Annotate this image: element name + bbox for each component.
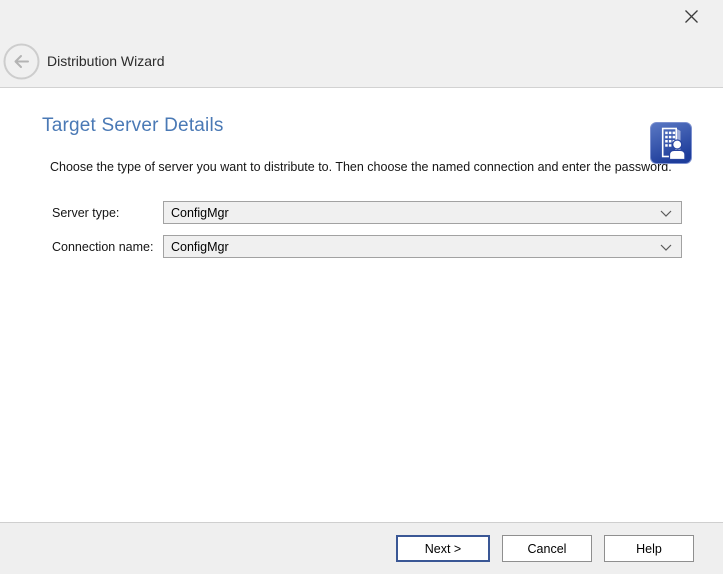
server-type-label: Server type: [52,206,163,220]
wizard-header: Distribution Wizard [0,0,723,88]
page-description: Choose the type of server you want to di… [50,158,672,177]
wizard-title: Distribution Wizard [47,53,164,69]
distribution-wizard-window: Distribution Wizard [0,0,723,574]
wizard-footer: Next > Cancel Help [0,522,723,574]
next-button[interactable]: Next > [396,535,490,562]
back-arrow-icon [3,43,40,80]
server-form: Server type: ConfigMgr Connection name: … [0,201,723,258]
server-type-value: ConfigMgr [171,206,229,220]
cancel-button[interactable]: Cancel [502,535,592,562]
form-row-server-type: Server type: ConfigMgr [52,201,682,224]
help-button[interactable]: Help [604,535,694,562]
close-button[interactable] [683,8,699,24]
chevron-down-icon [660,210,672,217]
connection-name-value: ConfigMgr [171,240,229,254]
wizard-content: Target Server Details Choose the type of… [0,115,723,549]
chevron-down-icon [660,244,672,251]
connection-name-select[interactable]: ConfigMgr [163,235,682,258]
close-icon [684,9,699,24]
connection-name-label: Connection name: [52,240,163,254]
page-title: Target Server Details [42,115,723,137]
server-type-select[interactable]: ConfigMgr [163,201,682,224]
back-button[interactable] [3,43,40,80]
form-row-connection-name: Connection name: ConfigMgr [52,235,682,258]
distribution-icon [650,122,692,164]
